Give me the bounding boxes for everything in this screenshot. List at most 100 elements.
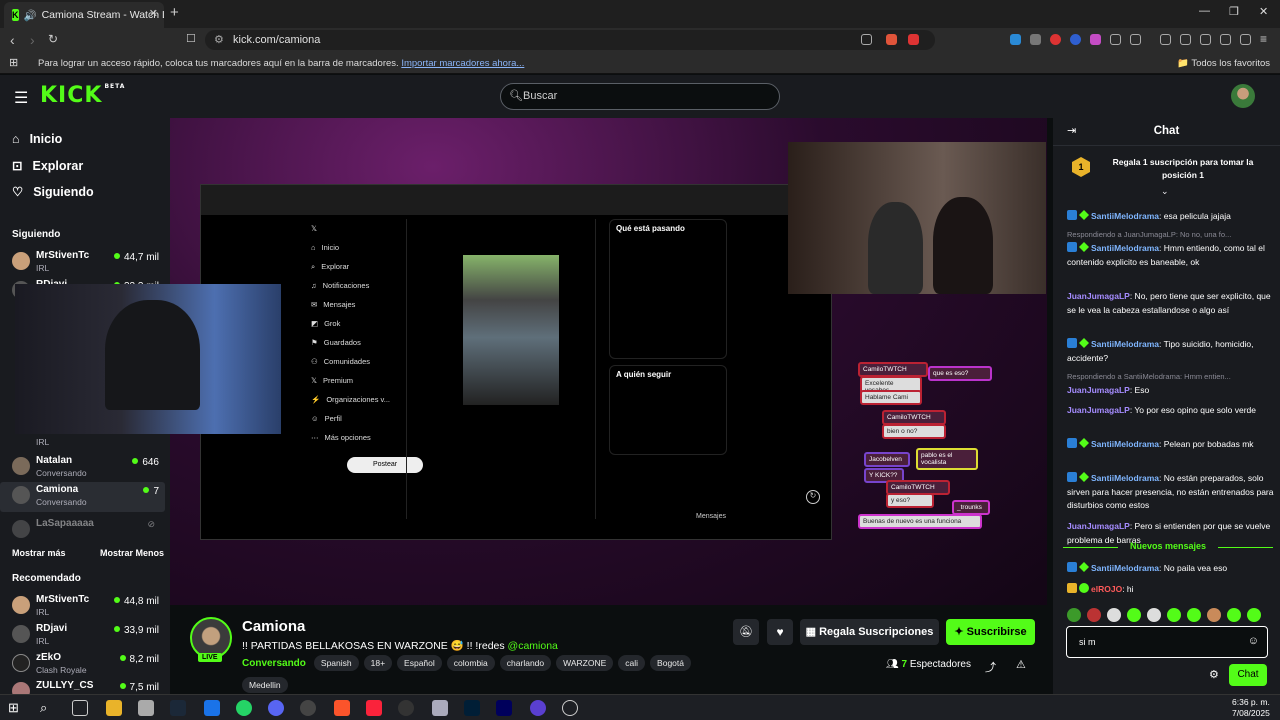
leo-icon[interactable] <box>1220 34 1231 45</box>
browser-tab[interactable]: K 🔊 Camiona Stream - Watch Live ✕ <box>4 2 164 28</box>
brave-icon[interactable] <box>334 700 350 716</box>
app-icon[interactable] <box>432 700 448 716</box>
following-item[interactable]: Natalan Conversando 646 <box>0 453 165 483</box>
gift-leaderboard[interactable]: 1 Regala 1 suscripción para tomar la pos… <box>1053 146 1280 196</box>
emote-icon[interactable] <box>1187 608 1201 622</box>
app-icon[interactable] <box>398 700 414 716</box>
app-icon[interactable] <box>138 700 154 716</box>
chat-username[interactable]: SantiiMelodrama <box>1091 473 1159 483</box>
following-item[interactable]: MrStivenTc IRL 44,7 mil <box>0 248 165 278</box>
task-view-icon[interactable] <box>72 700 88 716</box>
tag[interactable]: WARZONE <box>556 655 614 671</box>
new-messages-divider[interactable]: Nuevos mensajes <box>1063 541 1273 551</box>
tag[interactable]: 18+ <box>363 655 393 671</box>
chat-username[interactable]: JuanJumagaLP <box>1067 385 1130 395</box>
show-less-button[interactable]: Mostrar Menos <box>100 548 164 558</box>
music-icon[interactable] <box>366 700 382 716</box>
extension-icon[interactable] <box>1050 34 1061 45</box>
restore-button[interactable]: ❐ <box>1229 5 1239 18</box>
photoshop-icon[interactable] <box>464 700 480 716</box>
chat-username[interactable]: SantiiMelodrama <box>1091 211 1159 221</box>
emote-icon[interactable] <box>1227 608 1241 622</box>
chat-username[interactable]: JuanJumagaLP <box>1067 405 1130 415</box>
share-button[interactable]: ⤴ <box>985 659 996 675</box>
tag[interactable]: charlando <box>499 655 552 671</box>
menu-icon[interactable]: ≡ <box>1260 32 1267 46</box>
channel-name[interactable]: Camiona <box>242 618 305 635</box>
app-icon[interactable] <box>300 700 316 716</box>
recommended-item[interactable]: RDjavi IRL 33,9 mil <box>0 621 165 651</box>
file-explorer-icon[interactable] <box>106 700 122 716</box>
chat-username[interactable]: SantiiMelodrama <box>1091 339 1159 349</box>
extension-icon[interactable] <box>1110 34 1121 45</box>
whatsapp-icon[interactable] <box>236 700 252 716</box>
tag[interactable]: Español <box>397 655 442 671</box>
emote-icon[interactable] <box>1067 608 1081 622</box>
notifications-off-button[interactable]: 🔕︎ <box>733 619 759 645</box>
emote-icon[interactable] <box>1207 608 1221 622</box>
extension-icon[interactable] <box>1030 34 1041 45</box>
tag[interactable]: Medellin <box>242 677 288 693</box>
emote-icon[interactable] <box>1147 608 1161 622</box>
send-chat-button[interactable]: Chat <box>1229 664 1267 686</box>
subscribe-button[interactable]: ✦ Suscribirse <box>946 619 1035 645</box>
recommended-item[interactable]: MrStivenTc IRL 44,8 mil <box>0 592 165 622</box>
search-input[interactable]: 🔍︎ Buscar <box>500 83 780 110</box>
emote-icon[interactable] <box>1087 608 1101 622</box>
nav-siguiendo[interactable]: ♡ Siguiendo <box>12 184 94 200</box>
bookmark-icon[interactable]: ☐ <box>186 32 196 45</box>
nav-inicio[interactable]: ⌂ Inicio <box>12 132 62 146</box>
chat-settings-icon[interactable]: ⚙ <box>1209 668 1219 681</box>
extension-icon[interactable] <box>1070 34 1081 45</box>
chat-username[interactable]: SantiiMelodrama <box>1091 243 1159 253</box>
following-item-offline[interactable]: LaSapaaaaa ⊘ <box>0 516 165 546</box>
chat-username[interactable]: JuanJumagaLP <box>1067 291 1130 301</box>
media-encoder-icon[interactable] <box>496 700 512 716</box>
stream-title-mention[interactable]: @camiona <box>508 640 558 652</box>
emoji-picker-icon[interactable]: ☺ <box>1248 635 1259 647</box>
windows-start-icon[interactable]: ⊞ <box>8 700 24 716</box>
chat-input[interactable]: si m ☺ <box>1066 626 1268 658</box>
close-window-button[interactable]: ✕ <box>1259 5 1268 18</box>
chat-username[interactable]: elROJO <box>1091 584 1122 594</box>
tag[interactable]: cali <box>618 655 646 671</box>
url-field[interactable]: ⚙ kick.com/camiona <box>205 30 935 50</box>
forward-icon[interactable]: › <box>30 32 35 48</box>
gift-subs-button[interactable]: ▦ Regala Suscripciones <box>800 619 939 645</box>
chat-username[interactable]: SantiiMelodrama <box>1091 563 1159 573</box>
tag[interactable]: Bogotá <box>650 655 691 671</box>
expand-chevron-icon[interactable]: ⌄ <box>1161 186 1169 197</box>
discord-icon[interactable] <box>268 700 284 716</box>
extension-icon[interactable] <box>1130 34 1141 45</box>
chatgpt-icon[interactable] <box>562 700 578 716</box>
emote-icon[interactable] <box>1247 608 1261 622</box>
chat-username[interactable]: SantiiMelodrama <box>1091 439 1159 449</box>
report-button[interactable]: ⚠ <box>1016 658 1026 671</box>
recommended-item[interactable]: zEkO Clash Royale 8,2 mil <box>0 650 165 680</box>
steam-icon[interactable] <box>170 700 186 716</box>
user-avatar[interactable] <box>1231 84 1255 108</box>
follow-button[interactable]: ♥ <box>767 619 793 645</box>
extension-icon[interactable] <box>1090 34 1101 45</box>
kick-logo[interactable]: KICK BETA <box>40 83 125 108</box>
tag[interactable]: Spanish <box>313 655 359 671</box>
import-bookmarks-link[interactable]: Importar marcadores ahora... <box>401 58 524 69</box>
chat-username[interactable]: JuanJumagaLP <box>1067 521 1130 531</box>
media-icon[interactable] <box>1160 34 1171 45</box>
brave-shield-icon[interactable] <box>886 34 897 45</box>
nav-explorar[interactable]: ⊡ Explorar <box>12 158 83 174</box>
share-icon[interactable] <box>861 34 872 45</box>
emote-icon[interactable] <box>1167 608 1181 622</box>
sidebar-icon[interactable] <box>1180 34 1191 45</box>
reload-icon[interactable]: ↻ <box>48 32 58 46</box>
all-favorites-folder[interactable]: 📁 Todos los favoritos <box>1177 58 1270 69</box>
new-tab-button[interactable]: + <box>170 4 179 21</box>
show-more-button[interactable]: Mostrar más <box>12 548 66 558</box>
wallet-icon[interactable] <box>1200 34 1211 45</box>
apps-grid-icon[interactable]: ⊞ <box>9 56 18 69</box>
hamburger-menu-icon[interactable]: ☰ <box>14 88 28 108</box>
search-icon[interactable]: ⌕ <box>40 700 56 716</box>
emote-icon[interactable] <box>1127 608 1141 622</box>
minimize-button[interactable]: — <box>1199 5 1210 17</box>
extension-icon[interactable] <box>1010 34 1021 45</box>
